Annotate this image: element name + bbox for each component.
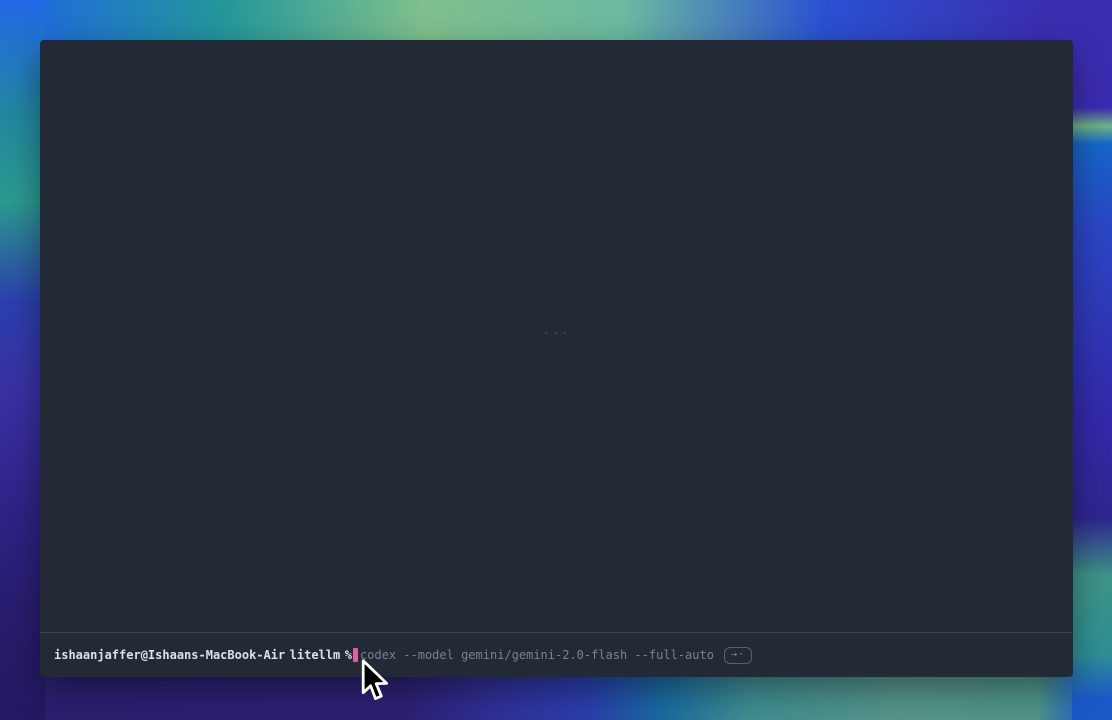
wallpaper-bottom-band: [45, 676, 1112, 720]
terminal-prompt-bar[interactable]: ishaanjaffer@Ishaans-MacBook-Air litellm…: [40, 632, 1073, 677]
prompt-cwd: litellm: [290, 633, 341, 677]
wallpaper-left-band: [0, 0, 45, 720]
prompt-user-host: ishaanjaffer@Ishaans-MacBook-Air: [54, 633, 285, 677]
text-caret: [353, 648, 358, 662]
terminal-output-area[interactable]: ...: [40, 40, 1073, 632]
loading-ellipsis: ...: [543, 324, 571, 336]
command-autosuggestion: codex --model gemini/gemini-2.0-flash --…: [360, 633, 714, 677]
wallpaper-right-band: [1072, 0, 1112, 720]
terminal-window[interactable]: ... ishaanjaffer@Ishaans-MacBook-Air lit…: [40, 40, 1073, 677]
accept-suggestion-key-hint: →·: [724, 647, 752, 664]
prompt-symbol: %: [345, 633, 352, 677]
